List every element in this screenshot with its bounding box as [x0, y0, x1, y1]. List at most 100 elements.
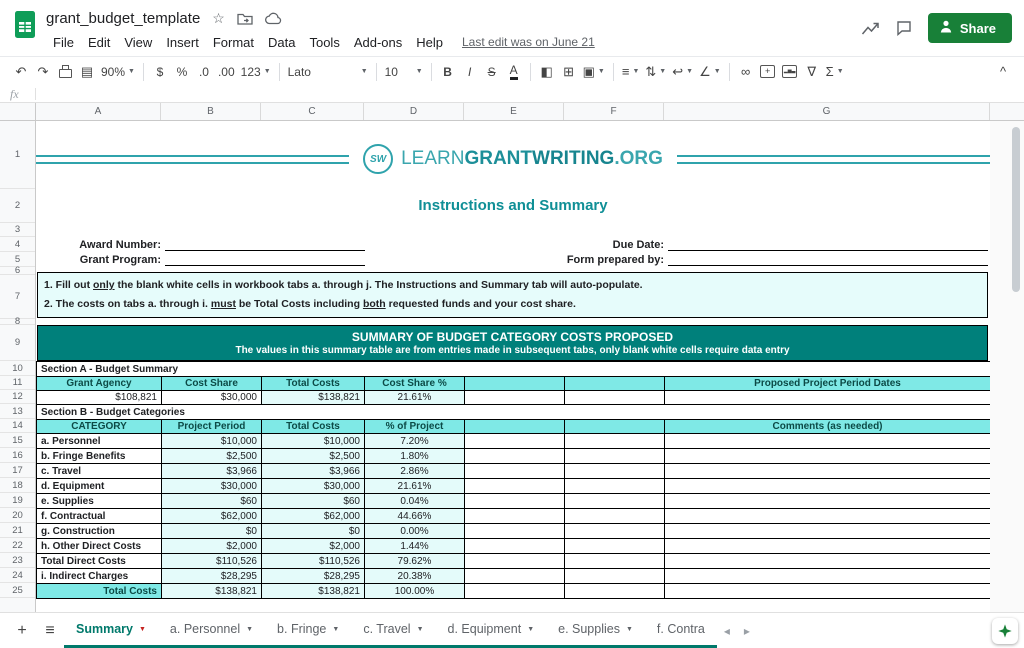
cell[interactable]: 0.00%	[365, 524, 465, 539]
cell[interactable]: $62,000	[162, 509, 262, 524]
all-sheets-button[interactable]: ≡	[36, 617, 64, 645]
cell[interactable]: $110,526	[262, 554, 365, 569]
cell[interactable]	[665, 434, 991, 449]
cell[interactable]: $30,000	[262, 479, 365, 494]
cell[interactable]	[465, 434, 565, 449]
sheets-app-icon[interactable]	[14, 10, 36, 44]
cell[interactable]: 0.04%	[365, 494, 465, 509]
vertical-scrollbar[interactable]	[1012, 127, 1020, 292]
row-header[interactable]: 2	[0, 189, 35, 223]
grant-program-field[interactable]	[165, 253, 365, 266]
collapse-toolbar-button[interactable]: ^	[992, 61, 1014, 83]
row-header[interactable]: 22	[0, 538, 35, 553]
cell[interactable]: $28,295	[162, 569, 262, 584]
column-header-cell[interactable]: Cost Share %	[365, 377, 465, 391]
tab-c-travel[interactable]: c. Travel▼	[351, 613, 435, 648]
column-header-cell[interactable]: Comments (as needed)	[665, 420, 991, 434]
cell[interactable]	[465, 391, 565, 405]
menu-data[interactable]: Data	[261, 32, 302, 53]
cell[interactable]: i. Indirect Charges	[37, 569, 162, 584]
cell[interactable]	[465, 479, 565, 494]
row-header[interactable]: 23	[0, 553, 35, 568]
column-header-e[interactable]: E	[464, 103, 564, 120]
zoom-select[interactable]: 90%▼	[98, 61, 138, 83]
font-select[interactable]: Lato▼	[285, 61, 371, 83]
menu-format[interactable]: Format	[206, 32, 261, 53]
row-header[interactable]: 3	[0, 223, 35, 237]
cell[interactable]: 20.38%	[365, 569, 465, 584]
decimal-decrease-button[interactable]: .0	[193, 61, 215, 83]
column-header-c[interactable]: C	[261, 103, 364, 120]
cell[interactable]: b. Fringe Benefits	[37, 449, 162, 464]
cell[interactable]	[465, 494, 565, 509]
row-header[interactable]: 15	[0, 433, 35, 448]
font-size-select[interactable]: 10▼	[382, 61, 426, 83]
column-header-cell[interactable]: Proposed Project Period Dates	[665, 377, 991, 391]
decimal-increase-button[interactable]: .00	[215, 61, 238, 83]
cell[interactable]: $3,966	[162, 464, 262, 479]
column-header-cell[interactable]: Cost Share	[162, 377, 262, 391]
cell[interactable]: 44.66%	[365, 509, 465, 524]
section-a-title[interactable]: Section A - Budget Summary	[37, 362, 991, 377]
row-header[interactable]: 24	[0, 568, 35, 583]
column-header-d[interactable]: D	[364, 103, 464, 120]
cell[interactable]	[465, 449, 565, 464]
cell[interactable]: $30,000	[162, 391, 262, 405]
cell[interactable]: $108,821	[37, 391, 162, 405]
cell[interactable]	[665, 554, 991, 569]
row-header[interactable]: 18	[0, 478, 35, 493]
tab-scroll-left-button[interactable]: ◂	[724, 624, 730, 638]
cell[interactable]: a. Personnel	[37, 434, 162, 449]
row-header[interactable]: 16	[0, 448, 35, 463]
row-header[interactable]: 21	[0, 523, 35, 538]
text-wrap-button[interactable]: ↩▼	[669, 61, 696, 83]
functions-button[interactable]: Σ▼	[823, 61, 847, 83]
row-header[interactable]: 17	[0, 463, 35, 478]
cell[interactable]: $28,295	[262, 569, 365, 584]
cell[interactable]: $110,526	[162, 554, 262, 569]
undo-button[interactable]: ↶	[10, 61, 32, 83]
italic-button[interactable]: I	[459, 61, 481, 83]
horizontal-align-button[interactable]: ≡▼	[619, 61, 643, 83]
column-header-cell[interactable]: Grant Agency	[37, 377, 162, 391]
cell[interactable]: d. Equipment	[37, 479, 162, 494]
award-number-field[interactable]	[165, 238, 365, 251]
cell[interactable]: Total Costs	[37, 584, 162, 599]
cell[interactable]	[465, 509, 565, 524]
cell[interactable]: 21.61%	[365, 479, 465, 494]
menu-addons[interactable]: Add-ons	[347, 32, 409, 53]
comments-icon[interactable]	[896, 20, 912, 36]
cell[interactable]: 100.00%	[365, 584, 465, 599]
cell[interactable]	[665, 539, 991, 554]
cell[interactable]	[565, 434, 665, 449]
row-header[interactable]: 13	[0, 404, 35, 419]
percent-format-button[interactable]: %	[171, 61, 193, 83]
column-header-b[interactable]: B	[161, 103, 261, 120]
cell[interactable]: 2.86%	[365, 464, 465, 479]
add-sheet-button[interactable]: +	[8, 617, 36, 645]
menu-help[interactable]: Help	[409, 32, 450, 53]
row-header[interactable]: 6	[0, 267, 35, 275]
cell[interactable]: $10,000	[262, 434, 365, 449]
fill-color-button[interactable]: ◧	[536, 61, 558, 83]
star-icon[interactable]: ☆	[212, 10, 225, 27]
row-header[interactable]: 4	[0, 237, 35, 252]
row-header[interactable]: 14	[0, 419, 35, 433]
column-header-f[interactable]: F	[564, 103, 664, 120]
tab-b-fringe[interactable]: b. Fringe▼	[265, 613, 351, 648]
cell[interactable]: 21.61%	[365, 391, 465, 405]
cell[interactable]: 7.20%	[365, 434, 465, 449]
explore-button[interactable]	[992, 618, 1018, 644]
column-header-cell[interactable]	[565, 420, 665, 434]
insert-chart-button[interactable]: ▂▅▃	[779, 61, 801, 83]
cell[interactable]	[565, 554, 665, 569]
cell[interactable]: $62,000	[262, 509, 365, 524]
tab-a-personnel[interactable]: a. Personnel▼	[158, 613, 265, 648]
cell[interactable]	[565, 391, 665, 405]
cell[interactable]	[465, 569, 565, 584]
cell[interactable]	[565, 479, 665, 494]
insert-link-button[interactable]: ∞	[735, 61, 757, 83]
cell[interactable]	[465, 584, 565, 599]
column-header-cell[interactable]	[465, 420, 565, 434]
cell[interactable]	[465, 524, 565, 539]
